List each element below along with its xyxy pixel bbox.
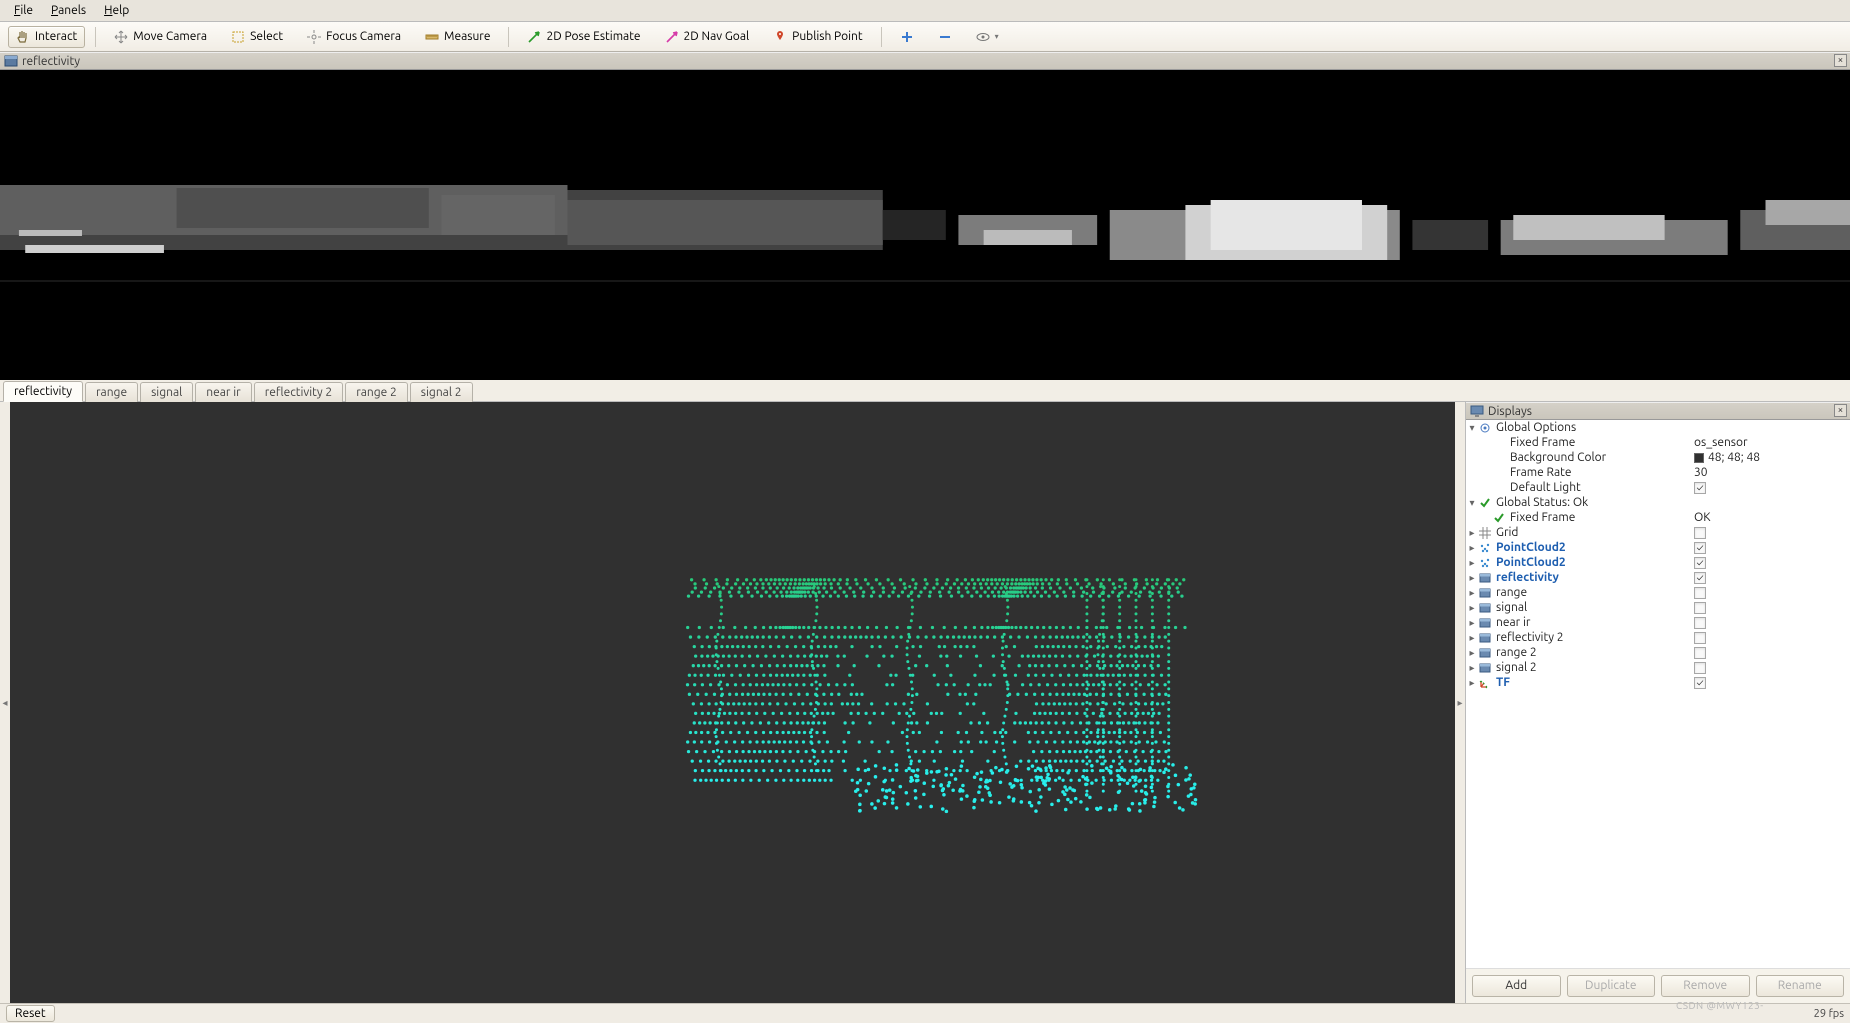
tree-row[interactable]: ▸near ir bbox=[1466, 615, 1850, 630]
rename-button[interactable]: Rename bbox=[1756, 975, 1845, 997]
focus-camera-button[interactable]: Focus Camera bbox=[299, 26, 409, 48]
add-button[interactable]: Add bbox=[1472, 975, 1561, 997]
remove-tool-button[interactable] bbox=[930, 26, 960, 48]
ruler-icon bbox=[425, 30, 439, 44]
close-icon[interactable]: × bbox=[1834, 54, 1847, 67]
publish-point-label: Publish Point bbox=[792, 30, 862, 43]
menu-file[interactable]: FFileile bbox=[6, 2, 41, 19]
tree-row[interactable]: ▸reflectivity bbox=[1466, 570, 1850, 585]
tree-row[interactable]: ▸range 2 bbox=[1466, 645, 1850, 660]
right-collapse-handle[interactable]: ▸ bbox=[1455, 402, 1465, 1003]
fps-label: 29 fps bbox=[1814, 1008, 1844, 1020]
tree-row[interactable]: ▸Grid bbox=[1466, 525, 1850, 540]
tab-signal[interactable]: signal bbox=[140, 382, 193, 402]
remove-button[interactable]: Remove bbox=[1661, 975, 1750, 997]
tree-row[interactable]: ▸PointCloud2 bbox=[1466, 555, 1850, 570]
pose-estimate-button[interactable]: 2D Pose Estimate bbox=[519, 26, 648, 48]
tab-range[interactable]: range bbox=[85, 382, 138, 402]
close-icon[interactable]: × bbox=[1834, 404, 1847, 417]
pose-estimate-label: 2D Pose Estimate bbox=[546, 30, 640, 43]
pin-icon bbox=[773, 30, 787, 44]
select-label: Select bbox=[250, 30, 283, 43]
nav-goal-button[interactable]: 2D Nav Goal bbox=[657, 26, 758, 48]
displays-panel: Displays × ▾Global OptionsFixed Frameos_… bbox=[1465, 402, 1850, 1003]
tree-row[interactable]: Fixed Frameos_sensor bbox=[1466, 435, 1850, 450]
image-icon bbox=[4, 54, 18, 68]
eye-icon bbox=[976, 30, 990, 44]
tree-row[interactable]: ▾Global Options bbox=[1466, 420, 1850, 435]
tab-signal-2[interactable]: signal 2 bbox=[410, 382, 473, 402]
move-camera-label: Move Camera bbox=[133, 30, 207, 43]
duplicate-button[interactable]: Duplicate bbox=[1567, 975, 1656, 997]
tab-near-ir[interactable]: near ir bbox=[195, 382, 251, 402]
nav-goal-label: 2D Nav Goal bbox=[684, 30, 750, 43]
focus-icon bbox=[307, 30, 321, 44]
measure-button[interactable]: Measure bbox=[417, 26, 498, 48]
image-panel-title: reflectivity bbox=[22, 55, 80, 68]
arrow-green-icon bbox=[527, 30, 541, 44]
arrow-pink-icon bbox=[665, 30, 679, 44]
select-icon bbox=[231, 30, 245, 44]
add-tool-button[interactable] bbox=[892, 26, 922, 48]
view-toggle-button[interactable]: ▾ bbox=[968, 26, 1007, 48]
displays-title-bar[interactable]: Displays × bbox=[1466, 402, 1850, 420]
select-button[interactable]: Select bbox=[223, 26, 291, 48]
tree-row[interactable]: Frame Rate30 bbox=[1466, 465, 1850, 480]
left-collapse-handle[interactable]: ◂ bbox=[0, 402, 10, 1003]
hand-icon bbox=[16, 30, 30, 44]
status-bar: Reset CSDN @MWY123- 29 fps bbox=[0, 1003, 1850, 1023]
reflectivity-image-view[interactable] bbox=[0, 70, 1850, 380]
publish-point-button[interactable]: Publish Point bbox=[765, 26, 870, 48]
move-camera-button[interactable]: Move Camera bbox=[106, 26, 215, 48]
image-tabs: reflectivityrangesignalnear irreflectivi… bbox=[0, 380, 1850, 402]
tree-row[interactable]: Fixed FrameOK bbox=[1466, 510, 1850, 525]
tree-row[interactable]: ▸signal 2 bbox=[1466, 660, 1850, 675]
plus-icon bbox=[900, 30, 914, 44]
tree-row[interactable]: ▸range bbox=[1466, 585, 1850, 600]
displays-title: Displays bbox=[1488, 405, 1532, 418]
tree-row[interactable]: Background Color 48; 48; 48 bbox=[1466, 450, 1850, 465]
measure-label: Measure bbox=[444, 30, 490, 43]
tab-reflectivity[interactable]: reflectivity bbox=[3, 381, 83, 402]
tree-row[interactable]: ▸signal bbox=[1466, 600, 1850, 615]
minus-icon bbox=[938, 30, 952, 44]
interact-label: Interact bbox=[35, 30, 77, 43]
tree-row[interactable]: ▾Global Status: Ok bbox=[1466, 495, 1850, 510]
menu-help[interactable]: Help bbox=[96, 2, 137, 19]
tree-row[interactable]: ▸reflectivity 2 bbox=[1466, 630, 1850, 645]
3d-view[interactable] bbox=[10, 402, 1455, 1003]
displays-tree[interactable]: ▾Global OptionsFixed Frameos_sensorBackg… bbox=[1466, 420, 1850, 968]
reset-button[interactable]: Reset bbox=[6, 1005, 55, 1022]
tree-row[interactable]: ▸PointCloud2 bbox=[1466, 540, 1850, 555]
focus-camera-label: Focus Camera bbox=[326, 30, 401, 43]
menu-bar: FFileile Panels Help bbox=[0, 0, 1850, 22]
monitor-icon bbox=[1470, 404, 1484, 418]
tree-row[interactable]: Default Light bbox=[1466, 480, 1850, 495]
tab-range-2[interactable]: range 2 bbox=[345, 382, 408, 402]
tab-reflectivity-2[interactable]: reflectivity 2 bbox=[254, 382, 344, 402]
move-icon bbox=[114, 30, 128, 44]
displays-buttons: Add Duplicate Remove Rename bbox=[1466, 968, 1850, 1003]
image-panel-title-bar[interactable]: reflectivity × bbox=[0, 52, 1850, 70]
tree-row[interactable]: ▸TF bbox=[1466, 675, 1850, 690]
menu-panels[interactable]: Panels bbox=[43, 2, 94, 19]
interact-button[interactable]: Interact bbox=[8, 26, 85, 48]
toolbar: Interact Move Camera Select Focus Camera… bbox=[0, 22, 1850, 52]
watermark-text: CSDN @MWY123- bbox=[1676, 1000, 1764, 1011]
